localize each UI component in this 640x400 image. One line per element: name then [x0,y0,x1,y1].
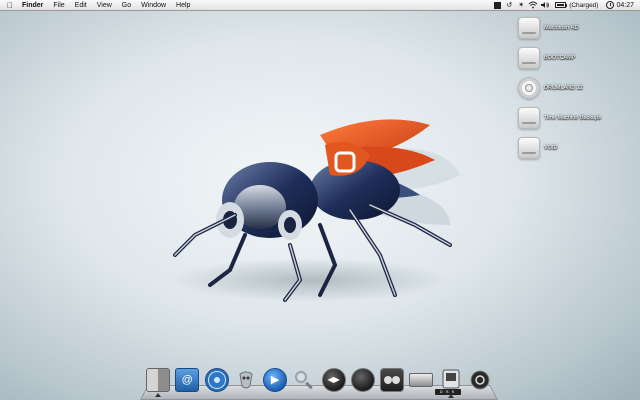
hard-drive-icon [518,137,540,159]
media-player-icon[interactable]: ◀▶ [321,368,346,392]
transmission-icon[interactable] [234,368,258,392]
battery-icon [555,2,567,8]
video-chat-icon[interactable]: ▶ [263,368,288,392]
wifi-icon[interactable] [527,0,539,11]
desktop-icon-void[interactable]: VOID [518,137,608,159]
desktop-icon-macintosh-hd[interactable]: Macintosh HD [518,17,608,39]
desktop-icon-label: Time Machine Backups [544,114,601,121]
apple-icon[interactable]:  [0,0,20,11]
menu-extras: ↺ ✶ (Charged) 04:27 [491,0,640,11]
menu-edit[interactable]: Edit [70,0,92,11]
dvd-icon[interactable] [350,368,375,392]
mail-icon[interactable]: @ [175,368,200,392]
menu-bar:  Finder File Edit View Go Window Help ↺… [0,0,640,11]
trash-icon[interactable] [468,368,492,392]
wallpaper-robot-fly [170,119,460,302]
menu-view[interactable]: View [92,0,117,11]
display-icon[interactable] [491,0,503,11]
battery-indicator[interactable]: (Charged) [551,2,602,9]
running-indicator [155,393,161,397]
bluetooth-icon[interactable]: ✶ [515,0,527,11]
safari-icon[interactable] [204,368,229,392]
disc-icon [518,77,540,99]
gamepad-icon[interactable] [380,368,405,392]
desktop-icon-drumland[interactable]: DRUMLAND 12 [518,77,608,99]
drive-icon[interactable] [409,373,434,387]
finder-icon[interactable] [146,368,170,397]
dock: @ ▶ ◀▶ D S K [140,363,498,400]
running-indicator [447,394,454,398]
menu-window[interactable]: Window [136,0,171,11]
menu-go[interactable]: Go [117,0,136,11]
menu-clock[interactable]: 04:27 [616,2,636,9]
hard-drive-icon [518,47,540,69]
desktop-icon-label: DRUMLAND 12 [544,84,583,91]
hard-drive-icon [518,17,540,39]
disk-folder-icon[interactable]: D S K [434,368,463,398]
desktop-icon-bootcamp[interactable]: BOOTCAMP [518,47,608,69]
desktop-icon-label: Macintosh HD [544,24,579,31]
time-machine-icon[interactable]: ↺ [503,0,515,11]
menu-help[interactable]: Help [171,0,195,11]
hard-drive-icon [518,107,540,129]
menu-app-finder[interactable]: Finder [20,0,48,11]
clock-icon [606,1,615,9]
desktop-icon-time-machine-backups[interactable]: Time Machine Backups [518,107,608,129]
desktop-icon-label: VOID [544,144,558,151]
volume-icon[interactable] [539,0,551,11]
menu-file[interactable]: File [48,0,69,11]
desktop-icon-label: BOOTCAMP [544,54,576,61]
battery-status: (Charged) [569,1,599,9]
magnifier-icon[interactable] [292,368,316,392]
